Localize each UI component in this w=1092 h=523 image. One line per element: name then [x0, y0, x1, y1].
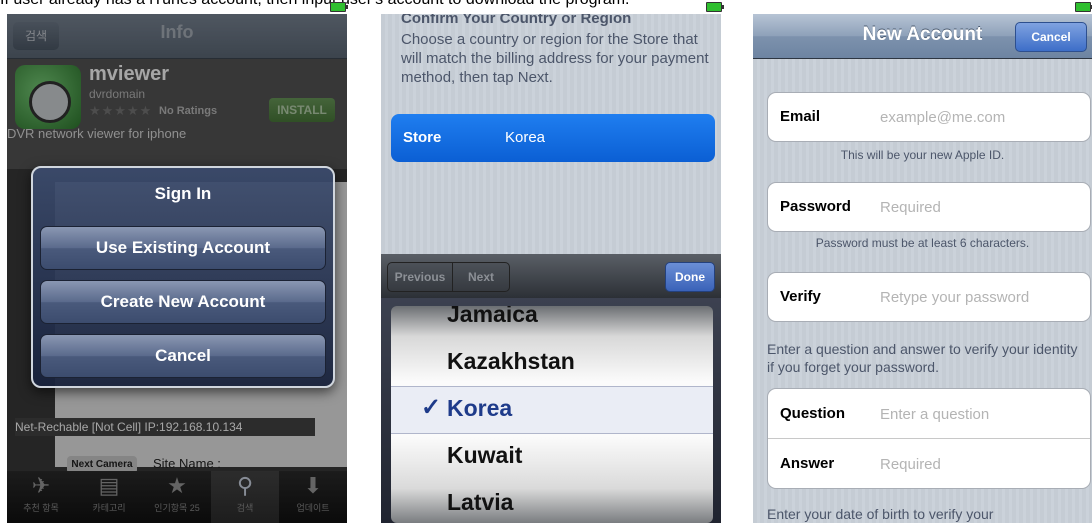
question-intro: Enter a question and answer to verify yo…: [767, 341, 1078, 375]
picker-option[interactable]: Latvia: [447, 489, 513, 516]
picker-toolbar: Previous Next Done: [381, 254, 721, 298]
screen-country-region: Confirm Your Country or Region Choose a …: [381, 14, 721, 523]
email-card: Email: [767, 92, 1091, 142]
screen-new-account: New Account Cancel Email This will be yo…: [753, 14, 1092, 523]
picker-option-selected[interactable]: Korea: [447, 395, 512, 422]
caption: If user already has a iTunes account, th…: [0, 0, 1092, 9]
email-field[interactable]: [880, 107, 1080, 127]
verify-label: Verify: [780, 288, 821, 305]
battery-icon: [706, 2, 724, 12]
question-card: Question Answer: [767, 388, 1091, 489]
birth-intro: Enter your date of birth to verify your: [767, 506, 994, 522]
checkmark-icon: ✓: [421, 394, 442, 421]
picker-option[interactable]: Kuwait: [447, 442, 522, 469]
next-button[interactable]: Next: [452, 262, 510, 292]
divider: [768, 438, 1090, 439]
email-label: Email: [780, 108, 821, 125]
password-note: Password must be at least 6 characters.: [815, 236, 1030, 250]
picker-option[interactable]: Jamaica: [447, 306, 538, 328]
email-note: This will be your new Apple ID.: [840, 148, 1005, 162]
page-title: Confirm Your Country or Region: [401, 14, 632, 27]
battery-icon: [1075, 2, 1092, 12]
store-row[interactable]: Store Korea: [391, 114, 715, 162]
password-card: Password: [767, 182, 1091, 232]
picker-option[interactable]: Kazakhstan: [447, 348, 575, 375]
previous-button[interactable]: Previous: [387, 262, 453, 292]
dialog-title: Sign In: [154, 184, 212, 203]
store-label: Store: [403, 129, 442, 146]
answer-label: Answer: [780, 455, 835, 472]
create-new-account-button[interactable]: Create New Account: [40, 280, 326, 324]
nav-bar: New Account Cancel: [753, 14, 1092, 59]
question-label: Question: [780, 405, 846, 422]
use-existing-account-button[interactable]: Use Existing Account: [40, 226, 326, 270]
password-field[interactable]: [880, 197, 1080, 217]
battery-icon: [330, 2, 348, 12]
instructions: Choose a country or region for the Store…: [401, 31, 709, 86]
cancel-button[interactable]: Cancel: [40, 334, 326, 378]
sign-in-dialog: Sign In Use Existing Account Create New …: [31, 166, 335, 388]
password-label: Password: [780, 198, 851, 215]
screen-app-info: 검색 Info mviewer dvrdomain ★★★★★ No Ratin…: [7, 14, 347, 523]
done-button[interactable]: Done: [665, 262, 715, 292]
question-field[interactable]: [880, 404, 1080, 424]
store-value: Korea: [505, 129, 546, 146]
cancel-button[interactable]: Cancel: [1015, 22, 1087, 52]
country-picker[interactable]: Jamaica Kazakhstan ✓ Korea Kuwait Latvia: [391, 306, 713, 523]
verify-card: Verify: [767, 272, 1091, 322]
answer-field[interactable]: [880, 454, 1080, 474]
verify-field[interactable]: [880, 287, 1080, 307]
